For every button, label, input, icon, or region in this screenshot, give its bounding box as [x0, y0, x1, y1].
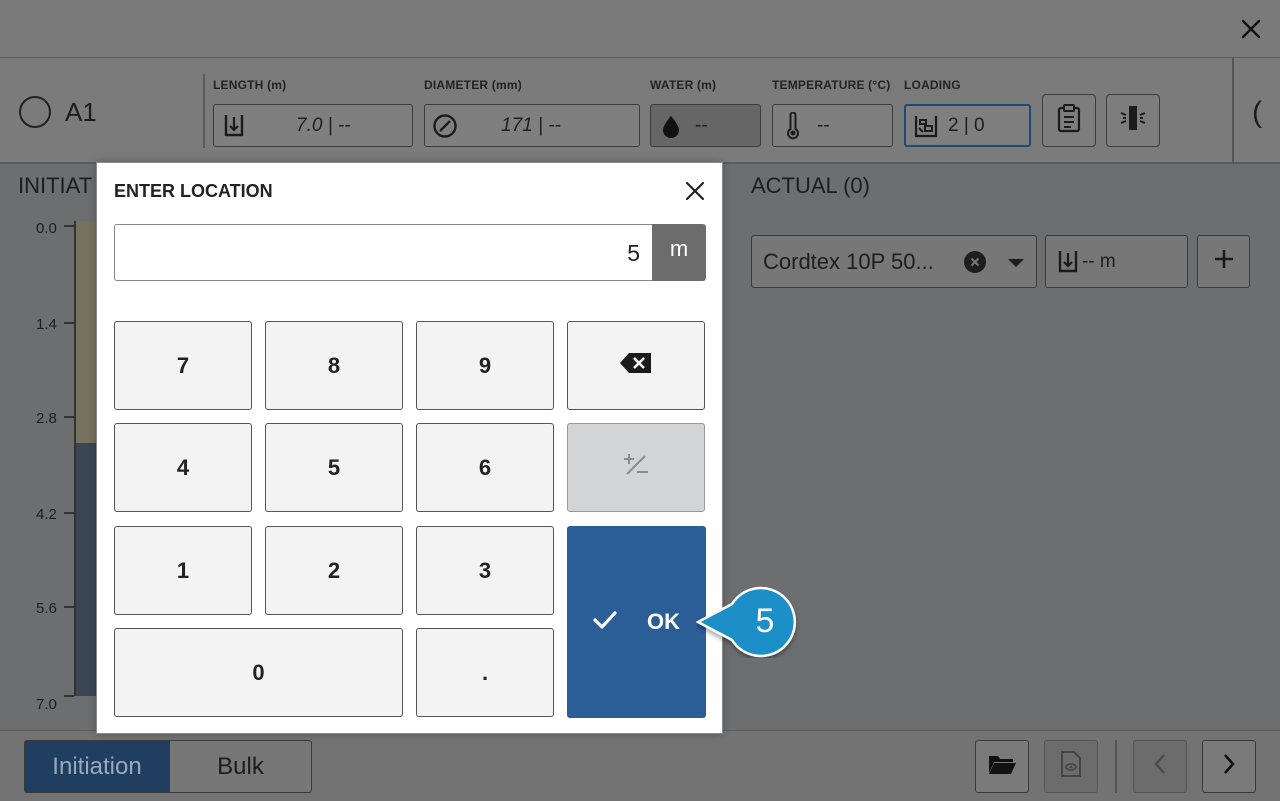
- key-2[interactable]: 2: [265, 526, 403, 615]
- length-value: 7.0 | --: [296, 114, 351, 136]
- close-window-icon[interactable]: [1236, 14, 1266, 44]
- key-decimal[interactable]: .: [416, 628, 554, 717]
- product-depth-input[interactable]: -- m: [1045, 235, 1188, 288]
- plus-minus-icon: [623, 452, 649, 484]
- product-select[interactable]: Cordtex 10P 50...: [751, 235, 1037, 288]
- explosive-column: [74, 443, 96, 696]
- axis-tick-label: 4.2: [36, 506, 57, 523]
- plus-icon: [1213, 248, 1235, 275]
- loading-icon: [906, 113, 946, 139]
- chevron-down-icon[interactable]: [1008, 259, 1024, 267]
- key-6[interactable]: 6: [416, 423, 554, 512]
- axis-tick: [64, 322, 74, 324]
- temperature-label: TEMPERATURE (°C): [772, 78, 891, 92]
- key-0[interactable]: 0: [114, 628, 403, 717]
- loading-label: LOADING: [904, 78, 961, 92]
- water-label: WATER (m): [650, 78, 717, 92]
- next-button[interactable]: [1202, 740, 1256, 793]
- axis-tick: [64, 416, 74, 418]
- key-7[interactable]: 7: [114, 321, 252, 410]
- checkmark-icon: [593, 609, 617, 635]
- document-view-icon: [1060, 750, 1082, 783]
- clipboard-button[interactable]: [1042, 94, 1096, 147]
- water-drop-icon: [651, 114, 691, 138]
- unit-label: m: [652, 224, 706, 281]
- hole-name: A1: [65, 97, 97, 127]
- axis-tick: [64, 606, 74, 608]
- folder-icon: [987, 752, 1017, 781]
- add-product-button[interactable]: [1197, 235, 1250, 288]
- hole-depth-icon: [1056, 249, 1080, 275]
- backspace-icon: [619, 352, 653, 380]
- actual-title: ACTUAL (0): [751, 173, 870, 198]
- location-input[interactable]: 5: [114, 224, 652, 281]
- thermometer-icon: [773, 111, 813, 140]
- ok-label: OK: [647, 609, 680, 634]
- axis-tick: [64, 225, 74, 227]
- key-1[interactable]: 1: [114, 526, 252, 615]
- enter-location-dialog: ENTER LOCATION 5 m 7 8 9 4 5 6 1 2 3 0 .…: [96, 162, 723, 734]
- axis-tick: [64, 512, 74, 514]
- dialog-title: ENTER LOCATION: [114, 181, 273, 201]
- previous-button[interactable]: [1133, 740, 1187, 793]
- diameter-label: DIAMETER (mm): [424, 78, 522, 92]
- axis-tick-label: 1.4: [36, 316, 57, 333]
- key-5[interactable]: 5: [265, 423, 403, 512]
- key-3[interactable]: 3: [416, 526, 554, 615]
- loading-field[interactable]: 2 | 0: [904, 104, 1031, 147]
- loading-value: 2 | 0: [948, 114, 985, 136]
- step-number: 5: [755, 601, 775, 640]
- diameter-field[interactable]: 171 | --: [424, 104, 640, 147]
- length-label: LENGTH (m): [213, 78, 287, 92]
- axis-tick-label: 5.6: [36, 600, 57, 617]
- chevron-left-icon: [1153, 753, 1167, 780]
- axis-tick-label: 0.0: [36, 220, 57, 237]
- detonator-button[interactable]: [1106, 94, 1160, 147]
- clipboard-icon: [1056, 103, 1082, 138]
- axis-tick-label: 7.0: [36, 696, 57, 713]
- chevron-right-icon: [1222, 753, 1236, 780]
- detonator-icon: [1118, 103, 1148, 138]
- stemming-column: [74, 221, 96, 443]
- hole-status-circle: [19, 96, 51, 128]
- water-field[interactable]: --: [650, 104, 761, 147]
- product-select-value: Cordtex 10P 50...: [763, 248, 934, 274]
- axis-tick-label: 2.8: [36, 410, 57, 427]
- close-dialog-icon[interactable]: [682, 178, 708, 204]
- axis-tick: [64, 695, 74, 697]
- backspace-button[interactable]: [567, 321, 705, 410]
- diameter-value: 171 | --: [501, 114, 561, 136]
- tab-bulk[interactable]: Bulk: [169, 740, 312, 793]
- key-9[interactable]: 9: [416, 321, 554, 410]
- product-depth-value: -- m: [1082, 250, 1116, 272]
- divider: [1232, 58, 1234, 164]
- divider: [203, 74, 205, 148]
- length-field[interactable]: 7.0 | --: [213, 104, 413, 147]
- clear-icon[interactable]: [964, 251, 986, 273]
- side-panel-toggle[interactable]: (: [1252, 96, 1262, 130]
- view-document-button[interactable]: [1044, 740, 1098, 793]
- divider: [1115, 740, 1117, 793]
- diameter-icon: [425, 113, 465, 139]
- plus-minus-button[interactable]: [567, 423, 705, 512]
- hole-depth-icon: [214, 113, 254, 139]
- water-value: --: [695, 114, 708, 136]
- initiation-title: INITIAT: [18, 173, 93, 198]
- key-8[interactable]: 8: [265, 321, 403, 410]
- temperature-value: --: [817, 114, 830, 136]
- tab-initiation[interactable]: Initiation: [24, 740, 170, 793]
- key-4[interactable]: 4: [114, 423, 252, 512]
- open-folder-button[interactable]: [975, 740, 1029, 793]
- temperature-field[interactable]: --: [772, 104, 893, 147]
- ok-button[interactable]: OK: [567, 526, 706, 718]
- title-bar: [0, 0, 1280, 58]
